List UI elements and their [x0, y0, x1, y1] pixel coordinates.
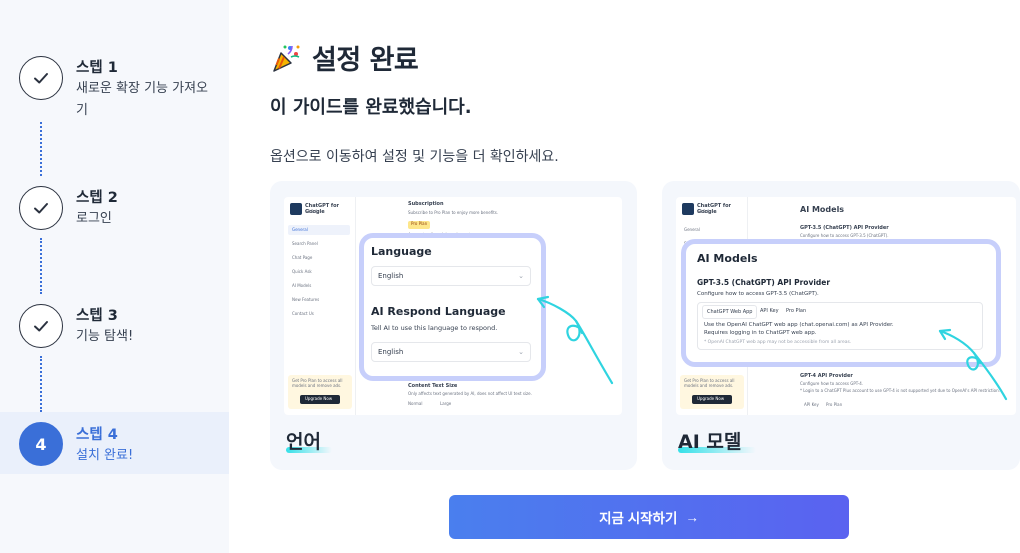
step-4[interactable]: 4 스텝 4 설치 완료! [0, 412, 229, 474]
font-opt-large: Large [440, 401, 452, 406]
language-preview-image: ChatGPT for Google v4.2.0 General Search… [284, 197, 622, 415]
steps-sidebar: 스텝 1 새로운 확장 기능 가져오기 스텝 2 로그인 스텝 3 기능 탐색!… [0, 0, 229, 553]
app-logo [290, 203, 302, 215]
get-started-label: 지금 시작하기 [599, 511, 678, 526]
step-2-title: 스텝 2 [76, 190, 118, 206]
ai-models-card[interactable]: ChatGPT for Google v4.2.0 General Search… [662, 181, 1020, 470]
language-popup: Language English ⌄ AI Respond Language T… [359, 233, 546, 381]
tab-chatgpt-web-app: ChatGPT Web App [702, 305, 758, 319]
promo-button-label: Upgrade Now [305, 396, 333, 401]
language-card-label: 언어 [286, 431, 321, 453]
step-connector [40, 238, 42, 294]
font-size-note: Only affects text generated by AI, does … [408, 391, 532, 396]
language-title: Language [371, 245, 432, 258]
arrow-right-icon: → [685, 509, 699, 525]
get-started-button[interactable]: 지금 시작하기 → [449, 495, 849, 539]
preview-section-title: Subscription [408, 201, 444, 207]
language-select: English ⌄ [371, 266, 531, 286]
page-subtitle: 이 가이드를 완료했습니다. [270, 97, 472, 118]
preview-nav-item: Contact Us [292, 311, 314, 316]
respond-language-note: Tell AI to use this language to respond. [371, 324, 498, 332]
gpt4-tab-api-key: API Key [804, 402, 819, 407]
language-card[interactable]: ChatGPT for Google v4.2.0 General Search… [270, 181, 637, 470]
curly-arrow-icon [938, 328, 1008, 401]
step-2-check-icon [19, 186, 63, 230]
chevron-down-icon: ⌄ [518, 272, 524, 280]
step-2-desc: 로그인 [76, 211, 112, 226]
page-heading: 설정 완료 [270, 38, 419, 77]
step-4-number: 4 [19, 422, 63, 466]
preview-nav-item: General [684, 227, 700, 232]
ai-models-card-label: AI 모델 [678, 431, 742, 453]
step-1-title: 스텝 1 [76, 60, 118, 76]
step-connector [40, 356, 42, 412]
gpt4-title: GPT-4 API Provider [800, 373, 853, 379]
ai-models-preview-image: ChatGPT for Google v4.2.0 General Search… [676, 197, 1016, 415]
step-1[interactable]: 스텝 1 새로운 확장 기능 가져오기 [0, 56, 229, 118]
page-description: 옵션으로 이동하여 설정 및 기능을 더 확인하세요. [270, 149, 559, 165]
font-opt-normal: Normal [408, 401, 423, 406]
step-connector [40, 122, 42, 176]
preview-app-sub: v4.2.0 [697, 209, 710, 214]
step-4-title: 스텝 4 [76, 427, 118, 443]
preview-nav-item: Search Panel [292, 241, 318, 246]
provider-note: Configure how to access GPT-3.5 (ChatGPT… [697, 291, 819, 297]
language-select-value: English [378, 272, 404, 280]
provider-title: GPT-3.5 (ChatGPT) API Provider [697, 278, 831, 287]
preview-section-note: Subscribe to Pro Plan to enjoy more bene… [408, 210, 499, 215]
preview-nav-item: Quick Ask [292, 269, 312, 274]
respond-language-title: AI Respond Language [371, 305, 506, 318]
step-3-title: 스텝 3 [76, 308, 118, 324]
preview-nav-item: New Features [292, 297, 320, 302]
tab-pro-plan: Pro Plan [786, 308, 807, 314]
promo-box: Get Pro Plan to access all models and re… [680, 375, 744, 409]
preview-nav-item: AI Models [292, 283, 312, 288]
step-1-desc: 새로운 확장 기능 가져오기 [76, 81, 208, 118]
preview-nav: ChatGPT for Google v4.2.0 General Search… [284, 197, 356, 415]
promo-box: Get Pro Plan to access all models and re… [288, 375, 352, 409]
respond-language-select: English ⌄ [371, 342, 531, 362]
step-1-check-icon [19, 56, 63, 100]
plan-badge: Pro Plan [408, 221, 430, 229]
step-2[interactable]: 스텝 2 로그인 [0, 186, 229, 248]
provider-body-3: * OpenAI ChatGPT web app may not be acce… [704, 340, 852, 345]
step-3-check-icon [19, 304, 63, 348]
preview-app-sub: v4.2.0 [305, 209, 318, 214]
curly-arrow-icon [536, 295, 614, 385]
ai-models-title: AI Models [697, 252, 758, 265]
tab-api-key: API Key [760, 308, 779, 314]
provider-body-1: Use the OpenAI ChatGPT web app (chat.ope… [704, 322, 894, 328]
plan-badge-label: Pro Plan [411, 221, 428, 226]
app-logo [682, 203, 694, 215]
provider-body-2: Requires logging in to ChatGPT web app. [704, 330, 817, 336]
preview-nav-item: Chat Page [292, 255, 313, 260]
promo-button: Upgrade Now [692, 395, 732, 404]
step-3[interactable]: 스텝 3 기능 탐색! [0, 304, 229, 366]
promo-button-label: Upgrade Now [697, 396, 725, 401]
preview-nav-item: General [292, 227, 308, 232]
step-3-desc: 기능 탐색! [76, 329, 134, 344]
gpt4-tab-pro-plan: Pro Plan [826, 402, 843, 407]
page-title: 설정 완료 [312, 45, 419, 76]
gpt4-note: Configure how to access GPT-4. [800, 381, 864, 386]
font-size-title: Content Text Size [408, 383, 458, 389]
promo-text: Get Pro Plan to access all models and re… [684, 378, 735, 388]
promo-button: Upgrade Now [300, 395, 340, 404]
respond-select-value: English [378, 348, 404, 356]
promo-text: Get Pro Plan to access all models and re… [292, 378, 343, 388]
party-popper-icon [273, 45, 300, 72]
bg-provider-title: GPT-3.5 (ChatGPT) API Provider [800, 225, 889, 231]
bg-section-title: AI Models [800, 205, 845, 214]
step-4-desc: 설치 완료! [76, 448, 134, 463]
